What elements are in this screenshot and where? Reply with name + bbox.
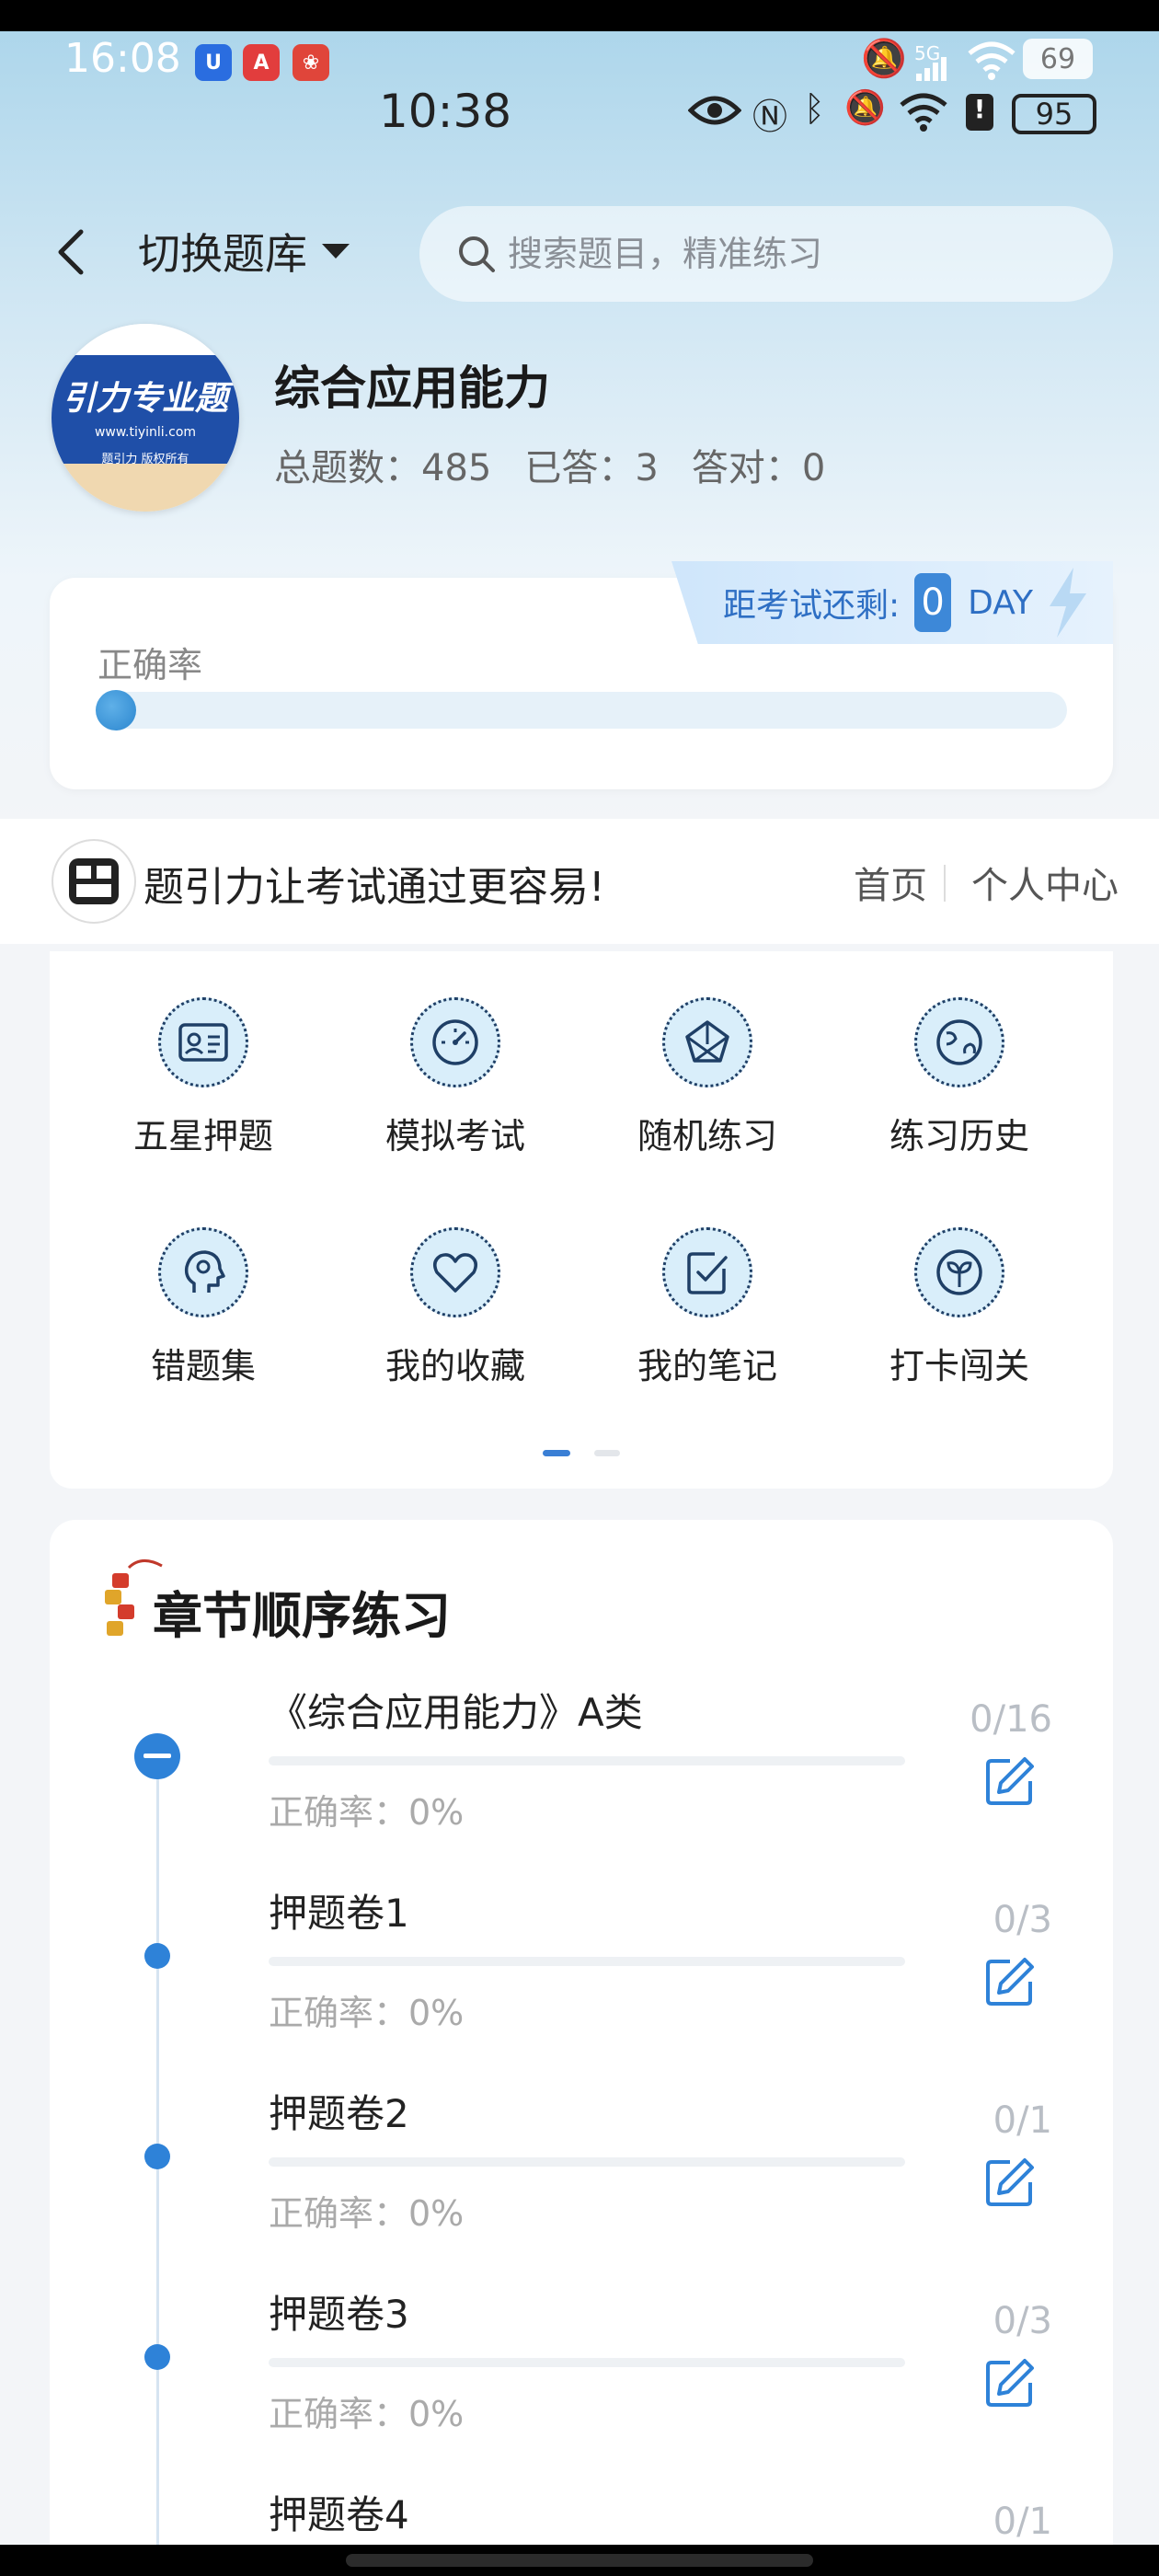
heart-icon <box>410 1227 500 1317</box>
chapter-progress-track <box>269 2157 905 2167</box>
chapter-count: 0/1 <box>993 2099 1052 2142</box>
nav-home-link[interactable]: 首页 <box>854 856 927 909</box>
search-bar[interactable] <box>419 206 1113 302</box>
chapter-progress-track <box>269 2358 905 2367</box>
pager-dot[interactable] <box>594 1450 620 1456</box>
outer-clock: 16:08 <box>64 35 181 82</box>
switch-bank-label: 切换题库 <box>138 229 307 279</box>
lightning-icon <box>1050 568 1087 638</box>
accuracy-label: 正确率 <box>98 645 203 685</box>
nfc-icon: Ⓝ <box>752 97 788 137</box>
speedometer-icon <box>410 997 500 1087</box>
countdown-label: 距考试还剩: <box>723 587 901 625</box>
top-edge <box>0 0 1159 31</box>
chapter-section-title: 章节顺序练习 <box>153 1587 451 1645</box>
bank-title: 综合应用能力 <box>274 362 550 415</box>
caret-down-icon <box>322 244 350 259</box>
chapter-name: 押题卷4 <box>269 2492 409 2537</box>
grid-item-wrong-questions[interactable]: 错题集 <box>111 1227 295 1388</box>
inner-battery-icon: 95 <box>1012 94 1096 134</box>
chapter-name: 《综合应用能力》A类 <box>269 1690 643 1735</box>
accuracy-progress-indicator <box>96 690 136 730</box>
app-notification-icon: U <box>195 44 232 81</box>
nav-divider <box>944 865 946 902</box>
edit-icon[interactable] <box>982 1754 1038 1809</box>
chapter-count: 0/3 <box>993 2300 1052 2342</box>
grid-item-five-star[interactable]: 五星押题 <box>111 997 295 1158</box>
chapter-name: 押题卷2 <box>269 2091 409 2136</box>
timeline-dot <box>144 2344 170 2370</box>
grid-item-check-in[interactable]: 打卡闯关 <box>867 1227 1051 1388</box>
timeline-dot <box>144 1943 170 1969</box>
chapter-item[interactable]: 押题卷2 正确率：0% <box>269 2083 905 2236</box>
app-notification-icon: ❀ <box>293 44 329 81</box>
chapter-count: 0/1 <box>993 2501 1052 2543</box>
wifi-icon <box>898 92 949 136</box>
chapter-progress-track <box>269 1756 905 1765</box>
grid-item-history[interactable]: 练习历史 <box>867 997 1051 1158</box>
alert-icon: ! <box>966 94 993 131</box>
stat-answered: 已答：3 <box>524 447 659 489</box>
id-card-icon <box>158 997 248 1087</box>
grid-item-mock-exam[interactable]: 模拟考试 <box>363 997 547 1158</box>
home-indicator[interactable] <box>346 2554 813 2567</box>
search-icon <box>459 236 495 272</box>
app-notification-icon: A <box>243 44 280 81</box>
timeline-dot <box>144 2144 170 2169</box>
search-input[interactable] <box>506 233 1061 275</box>
edit-icon[interactable] <box>982 2355 1038 2410</box>
mute-icon: 🔕 <box>844 89 886 127</box>
chapter-count: 0/16 <box>970 1698 1052 1741</box>
inner-clock: 10:38 <box>379 85 512 138</box>
chapter-accuracy: 正确率：0% <box>269 2193 465 2234</box>
exam-countdown: 距考试还剩: 0 DAY <box>671 561 1113 644</box>
brand-logo-icon <box>52 839 136 924</box>
grid-item-notes[interactable]: 我的笔记 <box>615 1227 799 1388</box>
bank-stats: 总题数：485 已答：3 答对：0 <box>274 438 825 491</box>
outer-battery-icon: 69 <box>1023 39 1093 79</box>
signal-icon <box>914 57 951 81</box>
globe-icon <box>914 997 1004 1087</box>
chapter-name: 押题卷3 <box>269 2292 409 2337</box>
chapter-name: 押题卷1 <box>269 1891 409 1936</box>
chapter-accuracy: 正确率：0% <box>269 1792 465 1833</box>
chapter-accuracy: 正确率：0% <box>269 1993 465 2033</box>
edit-icon[interactable] <box>982 1954 1038 2009</box>
chapter-item[interactable]: 《综合应用能力》A类 正确率：0% <box>269 1682 905 1834</box>
head-icon <box>158 1227 248 1317</box>
back-button[interactable] <box>48 224 94 280</box>
grid-item-random-practice[interactable]: 随机练习 <box>615 997 799 1158</box>
nav-profile-link[interactable]: 个人中心 <box>971 856 1119 909</box>
chapter-item[interactable]: 押题卷3 正确率：0% <box>269 2283 905 2436</box>
chapter-progress-track <box>269 1957 905 1966</box>
pager-dot-active[interactable] <box>543 1450 570 1456</box>
minus-icon <box>143 1754 171 1758</box>
eye-icon <box>687 92 742 132</box>
collapse-toggle[interactable] <box>134 1733 180 1779</box>
stat-total: 总题数：485 <box>274 447 492 489</box>
bluetooth-icon: ᛒ <box>804 88 825 129</box>
countdown-unit: DAY <box>968 583 1034 622</box>
accuracy-progress-track <box>96 692 1067 729</box>
edit-icon[interactable] <box>982 2155 1038 2210</box>
chapter-count: 0/3 <box>993 1899 1052 1941</box>
grid-item-favorites[interactable]: 我的收藏 <box>363 1227 547 1388</box>
chapter-item[interactable]: 押题卷4 <box>269 2484 409 2540</box>
slogan-text: 题引力让考试通过更容易! <box>143 864 605 911</box>
chapter-item[interactable]: 押题卷1 正确率：0% <box>269 1882 905 2035</box>
bank-logo: 引力专业题 www.tiyinli.com 题引力 版权所有 <box>52 324 239 512</box>
shuffle-icon <box>662 997 752 1087</box>
wifi-icon <box>966 40 1017 85</box>
switch-bank-button[interactable]: 切换题库 <box>138 221 351 282</box>
stat-correct: 答对：0 <box>691 447 826 489</box>
sprout-icon <box>914 1227 1004 1317</box>
mute-icon: 🔕 <box>861 38 907 80</box>
countdown-value: 0 <box>914 573 952 632</box>
check-note-icon <box>662 1227 752 1317</box>
chapter-accuracy: 正确率：0% <box>269 2394 465 2434</box>
